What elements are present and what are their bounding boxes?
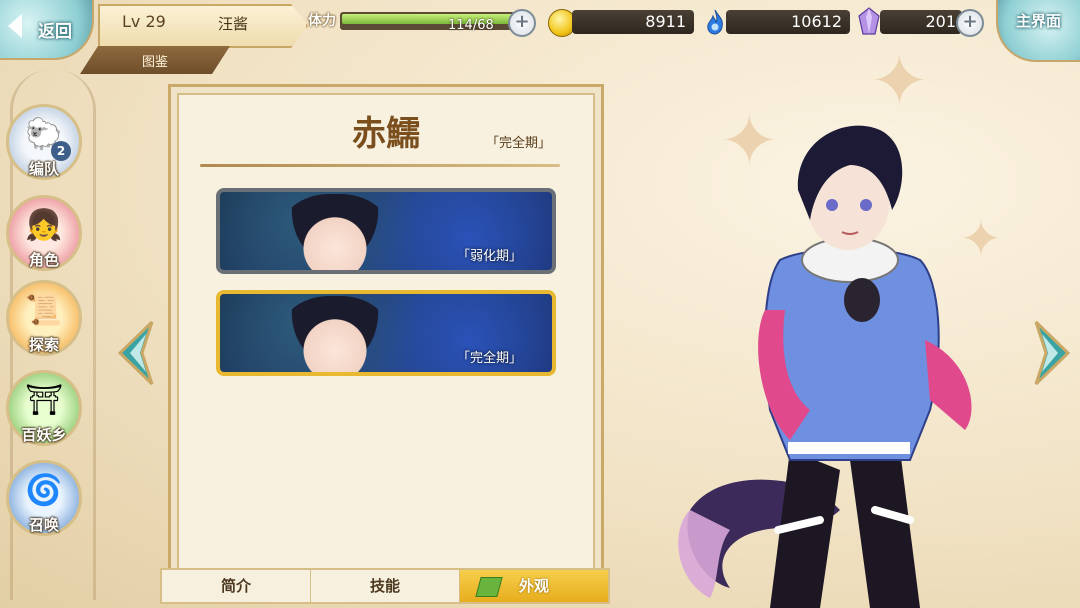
soul-amount: 10612 <box>726 10 850 34</box>
crystal-amount: 201 <box>880 10 962 34</box>
village-icon: ⛩ <box>24 383 64 418</box>
sidebar-item-label: 召唤 <box>28 516 59 534</box>
home-button[interactable]: 主界面 <box>996 0 1080 62</box>
stage-tag: 「完全期」 <box>486 136 552 151</box>
add-crystal-button[interactable]: + <box>956 9 984 37</box>
previous-arrow-icon[interactable] <box>116 318 156 388</box>
skin-card-weakened[interactable]: 「弱化期」 <box>216 188 556 274</box>
breadcrumb: 图鉴 <box>80 46 230 74</box>
appearance-tag-icon <box>475 577 503 597</box>
crystal-icon <box>858 7 880 35</box>
player-name: 汪酱 <box>218 15 249 33</box>
sidebar-item-village[interactable]: ⛩ 百妖乡 <box>6 370 82 446</box>
explore-icon: 📜 <box>25 293 63 328</box>
detail-tabs: 简介 技能 外观 <box>160 568 610 604</box>
stamina-label: 体力 <box>308 13 336 29</box>
skin-card-complete[interactable]: 「完全期」 <box>216 290 556 376</box>
soul-flame-icon <box>707 9 723 35</box>
skin-portrait <box>280 194 390 270</box>
sidebar-item-character[interactable]: 👧 角色 <box>6 195 82 271</box>
sidebar-item-label: 探索 <box>28 336 59 354</box>
title-divider <box>200 164 560 167</box>
sidebar-item-explore[interactable]: 📜 探索 <box>6 280 82 356</box>
sidebar-item-team[interactable]: 🐑 2 编队 <box>6 104 82 180</box>
stamina-value: 114/68 <box>448 18 494 33</box>
character-illustration <box>678 125 972 608</box>
back-button[interactable]: 返回 <box>0 0 94 60</box>
player-level: Lv 29 <box>122 12 166 31</box>
skin-portrait <box>280 296 390 372</box>
add-stamina-button[interactable]: + <box>508 9 536 37</box>
sidebar-item-label: 百妖乡 <box>21 426 67 444</box>
next-arrow-icon[interactable] <box>1032 318 1072 388</box>
sidebar-item-summon[interactable]: 🌀 召唤 <box>6 460 82 536</box>
tab-appearance-label: 外观 <box>518 577 549 595</box>
skin-label: 「弱化期」 <box>456 249 522 264</box>
tab-skills[interactable]: 技能 <box>311 570 460 602</box>
breadcrumb-label: 图鉴 <box>141 55 168 70</box>
tab-appearance[interactable]: 外观 <box>460 570 608 602</box>
back-label: 返回 <box>38 21 72 42</box>
summon-icon: 🌀 <box>25 473 63 508</box>
home-label: 主界面 <box>1016 12 1062 30</box>
sidebar-item-label: 角色 <box>28 251 59 269</box>
back-arrow-icon <box>8 14 22 38</box>
gold-amount: 8911 <box>572 10 694 34</box>
sidebar-item-label: 编队 <box>28 160 59 178</box>
character-icon: 👧 <box>25 208 63 243</box>
tab-profile[interactable]: 简介 <box>162 570 311 602</box>
skin-label: 「完全期」 <box>456 351 522 366</box>
